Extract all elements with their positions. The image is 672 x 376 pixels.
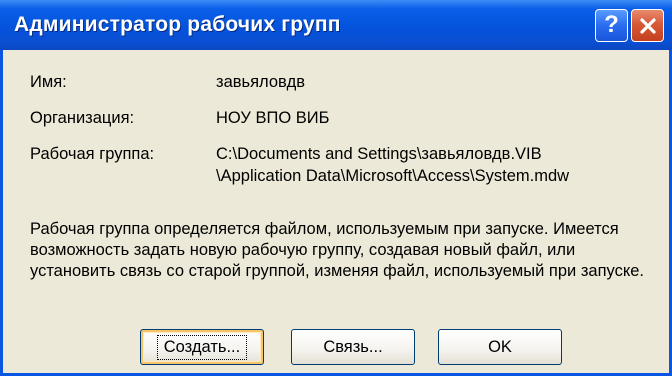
ok-button-label: OK — [488, 337, 512, 356]
description-text: Рабочая группа определяется файлом, испо… — [30, 220, 644, 280]
name-value: завьяловдв — [216, 73, 306, 91]
workgroup-admin-dialog: Администратор рабочих групп ? Имя: завья… — [0, 0, 672, 376]
help-icon: ? — [604, 11, 619, 38]
close-icon — [639, 17, 656, 34]
workgroup-path-line1: C:\Documents and Settings\завьяловдв.VIB — [216, 145, 542, 163]
help-button[interactable]: ? — [595, 9, 628, 42]
link-button-label: Связь... — [323, 337, 383, 356]
organization-value: НОУ ВПО ВИБ — [216, 109, 330, 127]
workgroup-path-line2: \Application Data\Microsoft\Access\Syste… — [216, 167, 570, 185]
ok-button[interactable]: OK — [438, 329, 562, 365]
workgroup-label: Рабочая группа: — [30, 145, 155, 163]
close-button[interactable] — [631, 9, 664, 42]
create-button[interactable]: Создать... — [140, 329, 264, 365]
title-bar[interactable]: Администратор рабочих групп ? — [0, 0, 672, 50]
create-button-label: Создать... — [156, 334, 248, 360]
link-button[interactable]: Связь... — [291, 329, 415, 365]
organization-label: Организация: — [30, 109, 135, 127]
dialog-title: Администратор рабочих групп — [14, 13, 341, 36]
name-label: Имя: — [30, 73, 67, 91]
